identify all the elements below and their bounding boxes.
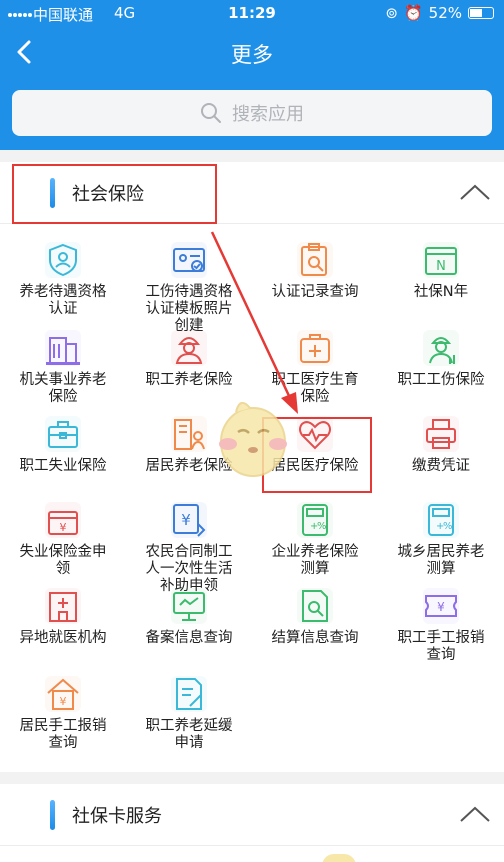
- service-item-label: 社保N年: [413, 284, 469, 300]
- hospital-icon: [45, 588, 81, 624]
- service-item[interactable]: 养老待遇资格 认证: [0, 242, 126, 318]
- ticket-yuan-icon: ¥: [423, 588, 459, 624]
- service-item-label: 缴费凭证: [412, 458, 470, 474]
- service-item[interactable]: 机关事业养老 保险: [0, 330, 126, 406]
- section-header[interactable]: 社保卡服务: [0, 784, 504, 846]
- building-person-icon: [171, 416, 207, 452]
- service-item-label: 认证记录查询: [271, 284, 359, 300]
- briefcase-icon: [45, 416, 81, 452]
- mascot-watermark: [219, 401, 287, 477]
- service-item-label: 失业保险金申领: [19, 544, 107, 577]
- nav-bar: 更多: [0, 28, 504, 78]
- money-box-icon: ¥: [45, 502, 81, 538]
- service-item[interactable]: 职工养老保险: [126, 330, 252, 389]
- svg-text:N: N: [436, 259, 446, 274]
- service-item-label: 职工手工报销 查询: [397, 630, 485, 663]
- search-placeholder: 搜索应用: [232, 104, 304, 125]
- service-item-label: 企业养老保险 测算: [271, 544, 359, 577]
- service-item-label: 养老待遇资格 认证: [19, 284, 107, 317]
- service-item[interactable]: ¥ 失业保险金申领: [0, 502, 126, 578]
- service-item-label: 职工工伤保险: [397, 372, 485, 388]
- service-item[interactable]: ¥ 居民手工报销 查询: [0, 676, 126, 752]
- calculator-icon: +%: [297, 502, 333, 538]
- service-item[interactable]: +% 城乡居民养老 测算: [378, 502, 504, 578]
- svg-text:¥: ¥: [60, 521, 67, 534]
- service-item[interactable]: ¥ 农民合同制工 人一次性生活 补助申领: [126, 502, 252, 595]
- service-item-label: 职工养老延缓 申请: [145, 718, 233, 751]
- yuan-transfer-icon: ¥: [171, 502, 207, 538]
- building-icon: [45, 330, 81, 366]
- chevron-up-icon[interactable]: [458, 180, 492, 204]
- service-item[interactable]: 备案信息查询: [126, 588, 252, 647]
- status-bar: 中国联通 4G 11:29 ⊚ ⏰ 52%: [0, 0, 504, 28]
- service-item[interactable]: N 社保N年: [378, 242, 504, 301]
- service-item[interactable]: +% 企业养老保险 测算: [252, 502, 378, 578]
- page-title: 更多: [231, 43, 273, 67]
- service-item[interactable]: 缴费凭证: [378, 416, 504, 475]
- service-item[interactable]: 职工失业保险: [0, 416, 126, 475]
- service-item-label: 工伤待遇资格 认证模板照片 创建: [145, 284, 233, 334]
- alarm-icon: ⏰: [403, 4, 423, 22]
- service-item[interactable]: 职工养老延缓 申请: [126, 676, 252, 752]
- injured-worker-icon: [423, 330, 459, 366]
- svg-text:¥: ¥: [60, 695, 67, 708]
- id-card-icon: [171, 242, 207, 278]
- service-item-label: 职工养老保险: [145, 372, 233, 388]
- clipboard-search-icon: [297, 242, 333, 278]
- highlight-box-section: [12, 164, 217, 224]
- service-item-label: 结算信息查询: [271, 630, 359, 646]
- svg-text:%: %: [317, 521, 327, 532]
- battery-icon: [468, 7, 494, 19]
- document-search-icon: [297, 588, 333, 624]
- service-item[interactable]: 异地就医机构: [0, 588, 126, 647]
- section-title: 社保卡服务: [72, 806, 162, 827]
- svg-text:%: %: [443, 521, 453, 532]
- service-item-label: 异地就医机构: [19, 630, 107, 646]
- rotation-lock-icon: ⊚: [385, 4, 398, 22]
- calculator-icon: +%: [423, 502, 459, 538]
- service-item[interactable]: 职工工伤保险: [378, 330, 504, 389]
- printer-icon: [423, 416, 459, 452]
- section-accent-bar: [50, 800, 55, 830]
- monitor-icon: [171, 588, 207, 624]
- service-item[interactable]: 工伤待遇资格 认证模板照片 创建: [126, 242, 252, 335]
- svg-text:¥: ¥: [181, 511, 191, 529]
- service-item[interactable]: ¥ 职工手工报销 查询: [378, 588, 504, 664]
- service-item-label: 机关事业养老 保险: [19, 372, 107, 405]
- service-item[interactable]: 结算信息查询: [252, 588, 378, 647]
- search-icon: [201, 103, 221, 123]
- document-edit-icon: [171, 676, 207, 712]
- battery-percent: 52%: [428, 4, 462, 22]
- service-item-label: 职工失业保险: [19, 458, 107, 474]
- house-yuan-icon: ¥: [45, 676, 81, 712]
- service-item-label: 居民手工报销 查询: [19, 718, 107, 751]
- shield-person-icon: [45, 242, 81, 278]
- service-item-label: 城乡居民养老 测算: [397, 544, 485, 577]
- service-item[interactable]: 认证记录查询: [252, 242, 378, 301]
- section-card-services: 社保卡服务: [0, 784, 504, 862]
- service-item-label: 备案信息查询: [145, 630, 233, 646]
- search-area: 搜索应用: [0, 78, 504, 150]
- svg-text:¥: ¥: [437, 600, 445, 614]
- chevron-up-icon[interactable]: [458, 802, 492, 826]
- mascot-peek: [322, 854, 356, 862]
- search-input[interactable]: 搜索应用: [12, 90, 492, 136]
- medical-kit-icon: [297, 330, 333, 366]
- worker-icon: [171, 330, 207, 366]
- calendar-n-icon: N: [423, 242, 459, 278]
